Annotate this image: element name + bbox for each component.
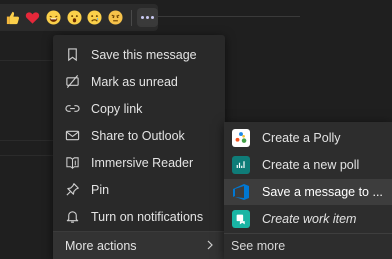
bell-icon <box>65 209 80 224</box>
mail-icon <box>65 128 80 143</box>
laughing-face-icon[interactable] <box>45 9 62 26</box>
surprised-face-icon[interactable] <box>66 9 83 26</box>
reaction-divider <box>130 9 132 26</box>
thumbs-up-icon[interactable] <box>4 9 21 26</box>
menu-item-mark-unread[interactable]: Mark as unread <box>53 68 225 95</box>
mark-unread-icon <box>65 74 80 89</box>
menu-item-label: Pin <box>91 182 110 197</box>
submenu-item-save-message-to[interactable]: Save a message to ... <box>224 179 392 205</box>
more-options-icon[interactable] <box>136 8 158 27</box>
azure-devops-app-icon <box>232 183 250 201</box>
chat-divider <box>0 140 53 141</box>
menu-item-more-actions[interactable]: More actions <box>53 232 225 259</box>
reaction-bar <box>0 4 158 31</box>
chat-divider <box>0 60 53 61</box>
submenu-item-create-poll[interactable]: Create a new poll <box>224 152 392 178</box>
polly-app-icon <box>232 129 250 147</box>
work-item-app-icon <box>232 210 250 228</box>
submenu-item-label: Save a message to ... <box>262 185 383 199</box>
chat-divider <box>0 155 53 156</box>
menu-item-pin[interactable]: Pin <box>53 176 225 203</box>
message-rule <box>158 16 300 17</box>
submenu-item-label: Create work item <box>262 212 357 226</box>
menu-item-share-outlook[interactable]: Share to Outlook <box>53 122 225 149</box>
link-icon <box>65 101 80 116</box>
submenu-see-more[interactable]: See more <box>224 233 392 259</box>
menu-item-label: Mark as unread <box>91 74 178 89</box>
heart-icon[interactable] <box>25 9 42 26</box>
menu-item-save-message[interactable]: Save this message <box>53 41 225 68</box>
angry-face-icon[interactable] <box>107 9 124 26</box>
menu-item-label: Share to Outlook <box>91 128 185 143</box>
menu-item-notifications[interactable]: Turn on notifications <box>53 203 225 230</box>
menu-item-immersive-reader[interactable]: Immersive Reader <box>53 149 225 176</box>
sad-face-icon[interactable] <box>86 9 103 26</box>
menu-item-label: Save this message <box>91 47 197 62</box>
message-context-menu: Save this message Mark as unread Copy li… <box>53 35 225 259</box>
submenu-item-create-polly[interactable]: Create a Polly <box>224 125 392 151</box>
chevron-right-icon <box>207 240 213 250</box>
forms-poll-app-icon <box>232 156 250 174</box>
more-actions-submenu: Create a Polly Create a new poll Save a … <box>224 122 392 259</box>
menu-item-label: Turn on notifications <box>91 209 204 224</box>
submenu-item-create-work-item[interactable]: Create work item <box>224 206 392 232</box>
menu-item-label: Immersive Reader <box>91 155 194 170</box>
immersive-reader-icon <box>65 155 80 170</box>
submenu-item-label: Create a Polly <box>262 131 341 145</box>
submenu-item-label: Create a new poll <box>262 158 360 172</box>
menu-item-copy-link[interactable]: Copy link <box>53 95 225 122</box>
menu-item-label: Copy link <box>91 101 143 116</box>
pin-icon <box>65 182 80 197</box>
see-more-label: See more <box>231 239 286 253</box>
menu-item-label: More actions <box>65 238 137 253</box>
bookmark-icon <box>65 47 80 62</box>
